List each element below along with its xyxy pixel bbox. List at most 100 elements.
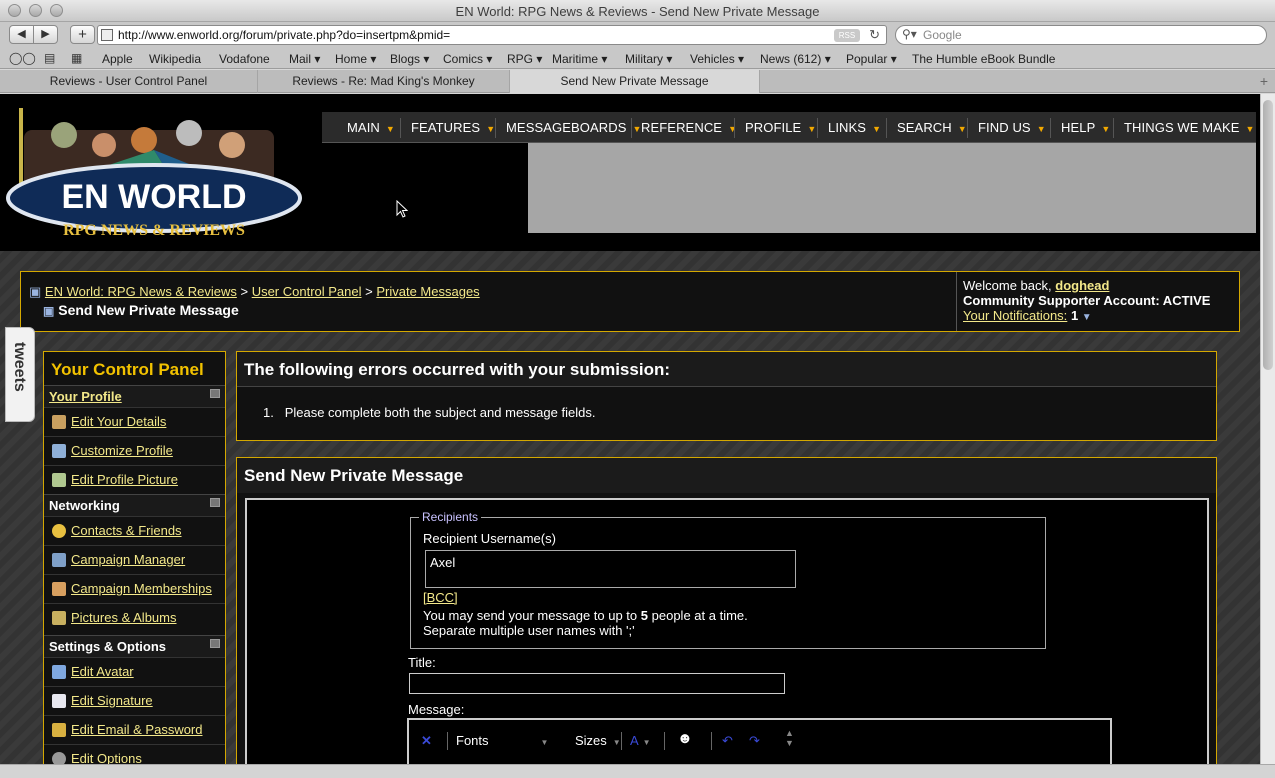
welcome-box: Welcome back, doghead Community Supporte… (956, 272, 1240, 331)
breadcrumb-current: ▣ Send New Private Message (43, 302, 239, 318)
bookmark-item[interactable]: Vehicles ▾ (690, 52, 744, 66)
bookmark-item[interactable]: Vodafone (219, 52, 270, 66)
tweets-tab[interactable]: tweets (5, 327, 35, 422)
pencil-icon (52, 415, 66, 429)
dropdown-arrow-icon: ▼ (728, 124, 738, 134)
search-placeholder: Google (923, 28, 962, 42)
advertisement-banner[interactable] (528, 143, 1256, 233)
new-tab-icon[interactable]: + (1260, 73, 1268, 89)
menu-messageboards[interactable]: MESSAGEBOARDS ▼ (506, 112, 642, 143)
en-world-logo[interactable]: EN WORLD RPG NEWS & REVIEWS (4, 100, 304, 246)
tab-mad-kings-monkey[interactable]: Reviews - Re: Mad King's Monkey (258, 70, 510, 93)
menu-help[interactable]: HELP ▼ (1061, 112, 1110, 143)
recipient-input[interactable]: Axel (425, 550, 796, 588)
menu-links[interactable]: LINKS ▼ (828, 112, 881, 143)
remove-format-icon[interactable]: ✕ (421, 733, 432, 749)
bookmark-item[interactable]: Wikipedia (149, 52, 201, 66)
menu-profile[interactable]: PROFILE ▼ (745, 112, 816, 143)
menu-search[interactable]: SEARCH ▼ (897, 112, 967, 143)
breadcrumb-user-control-panel[interactable]: User Control Panel (252, 284, 362, 299)
cp-campaign-manager[interactable]: Campaign Manager (44, 545, 225, 574)
top-sites-grid-icon[interactable]: ▦ (71, 51, 82, 65)
collapse-icon[interactable] (210, 389, 220, 398)
bookmark-item[interactable]: The Humble eBook Bundle (912, 52, 1055, 66)
bookmark-item[interactable]: Maritime ▾ (552, 52, 607, 66)
url-text[interactable]: http://www.enworld.org/forum/private.php… (118, 28, 450, 42)
cp-campaign-memberships[interactable]: Campaign Memberships (44, 574, 225, 603)
menu-main[interactable]: MAIN ▼ (347, 112, 395, 143)
bookmark-item[interactable]: Home ▾ (335, 52, 376, 66)
bookmark-item[interactable]: RPG ▾ (507, 52, 542, 66)
dropdown-arrow-icon: ▼ (957, 124, 967, 134)
bookmark-item[interactable]: Apple (102, 52, 133, 66)
recipients-legend: Recipients (419, 510, 482, 524)
send-pm-form: Recipients Recipient Username(s) Axel [B… (245, 498, 1209, 764)
breadcrumb-enworld[interactable]: EN World: RPG News & Reviews (45, 284, 237, 299)
picture-edit-icon (52, 473, 66, 487)
send-pm-header: Send New Private Message (237, 458, 1216, 493)
add-bookmark-button[interactable]: + (70, 25, 95, 44)
collapse-icon[interactable] (210, 639, 220, 648)
title-label: Title: (408, 655, 436, 670)
username-link[interactable]: doghead (1055, 278, 1109, 293)
chevron-down-icon[interactable]: ▼ (1082, 312, 1092, 323)
cp-edit-avatar[interactable]: Edit Avatar (44, 657, 225, 686)
logo-text: EN WORLD (61, 178, 246, 216)
control-panel-sidebar: Your Control Panel Your Profile Edit You… (43, 351, 226, 764)
notifications-link[interactable]: Your Notifications: (963, 308, 1067, 323)
bookmarks-book-icon[interactable]: ▤ (44, 51, 55, 65)
cp-edit-profile-picture[interactable]: Edit Profile Picture (44, 465, 225, 494)
users-icon (52, 582, 66, 596)
title-input[interactable] (409, 673, 785, 694)
error-header: The following errors occurred with your … (237, 352, 1216, 387)
menu-things-we-make[interactable]: THINGS WE MAKE ▼ (1124, 112, 1255, 143)
undo-icon[interactable]: ↶ (722, 733, 733, 749)
dropdown-arrow-icon: ▼ (872, 124, 882, 134)
address-bar[interactable]: http://www.enworld.org/forum/private.php… (97, 25, 887, 45)
bookmark-item[interactable]: Popular ▾ (846, 52, 897, 66)
back-arrow-icon: ◀ (17, 28, 26, 40)
tab-send-private-message[interactable]: Send New Private Message (510, 70, 760, 93)
smiley-insert-icon[interactable]: ☻ (677, 730, 693, 747)
redo-icon[interactable]: ↷ (749, 733, 760, 749)
cp-contacts-friends[interactable]: Contacts & Friends (44, 516, 225, 545)
cp-pictures-albums[interactable]: Pictures & Albums (44, 603, 225, 632)
fonts-dropdown[interactable]: Fonts ▼ (456, 733, 548, 748)
forward-button[interactable]: ▶ (33, 25, 58, 44)
scrollbar-thumb[interactable] (1263, 100, 1273, 370)
bookmark-item[interactable]: News (612) ▾ (760, 52, 831, 66)
bookmark-item[interactable]: Mail ▾ (289, 52, 320, 66)
reading-glasses-icon[interactable]: ◯◯ (9, 51, 36, 65)
main-menu-bar: MAIN ▼ FEATURES ▼ MESSAGEBOARDS ▼ REFERENCE… (322, 112, 1256, 143)
bcc-link[interactable]: [BCC] (423, 590, 458, 605)
tab-user-control-panel[interactable]: Reviews - User Control Panel (0, 70, 258, 93)
section-your-profile: Your Profile (44, 385, 225, 407)
forward-arrow-icon: ▶ (41, 28, 50, 40)
cp-edit-signature[interactable]: Edit Signature (44, 686, 225, 715)
message-label: Message: (408, 702, 465, 717)
search-bar[interactable]: ⚲▾ Google (895, 25, 1267, 45)
menu-features[interactable]: FEATURES ▼ (411, 112, 495, 143)
resize-arrows-icon[interactable]: ▲ ▼ (785, 728, 794, 748)
cp-edit-your-details[interactable]: Edit Your Details (44, 407, 225, 436)
logo-subtitle: RPG NEWS & REVIEWS (63, 222, 245, 239)
error-item: 1. Please complete both the subject and … (263, 405, 596, 420)
reload-icon[interactable]: ↻ (869, 27, 880, 43)
menu-reference[interactable]: REFERENCE ▼ (641, 112, 737, 143)
menu-find-us[interactable]: FIND US ▼ (978, 112, 1046, 143)
cp-edit-email-password[interactable]: Edit Email & Password (44, 715, 225, 744)
bookmark-item[interactable]: Blogs ▾ (390, 52, 429, 66)
home-icon: ▣ (29, 284, 42, 299)
collapse-icon[interactable] (210, 498, 220, 507)
bookmark-item[interactable]: Comics ▾ (443, 52, 492, 66)
sizes-dropdown[interactable]: Sizes ▼ (575, 733, 621, 748)
rss-button[interactable]: RSS (834, 29, 860, 42)
user-group-icon (52, 553, 66, 567)
breadcrumb-private-messages[interactable]: Private Messages (376, 284, 479, 299)
back-button[interactable]: ◀ (9, 25, 34, 44)
cp-customize-profile[interactable]: Customize Profile (44, 436, 225, 465)
cp-edit-options[interactable]: Edit Options (44, 744, 225, 764)
text-color-icon[interactable]: A ▼ (630, 733, 651, 748)
bookmark-item[interactable]: Military ▾ (625, 52, 672, 66)
vertical-scrollbar[interactable] (1260, 94, 1275, 764)
